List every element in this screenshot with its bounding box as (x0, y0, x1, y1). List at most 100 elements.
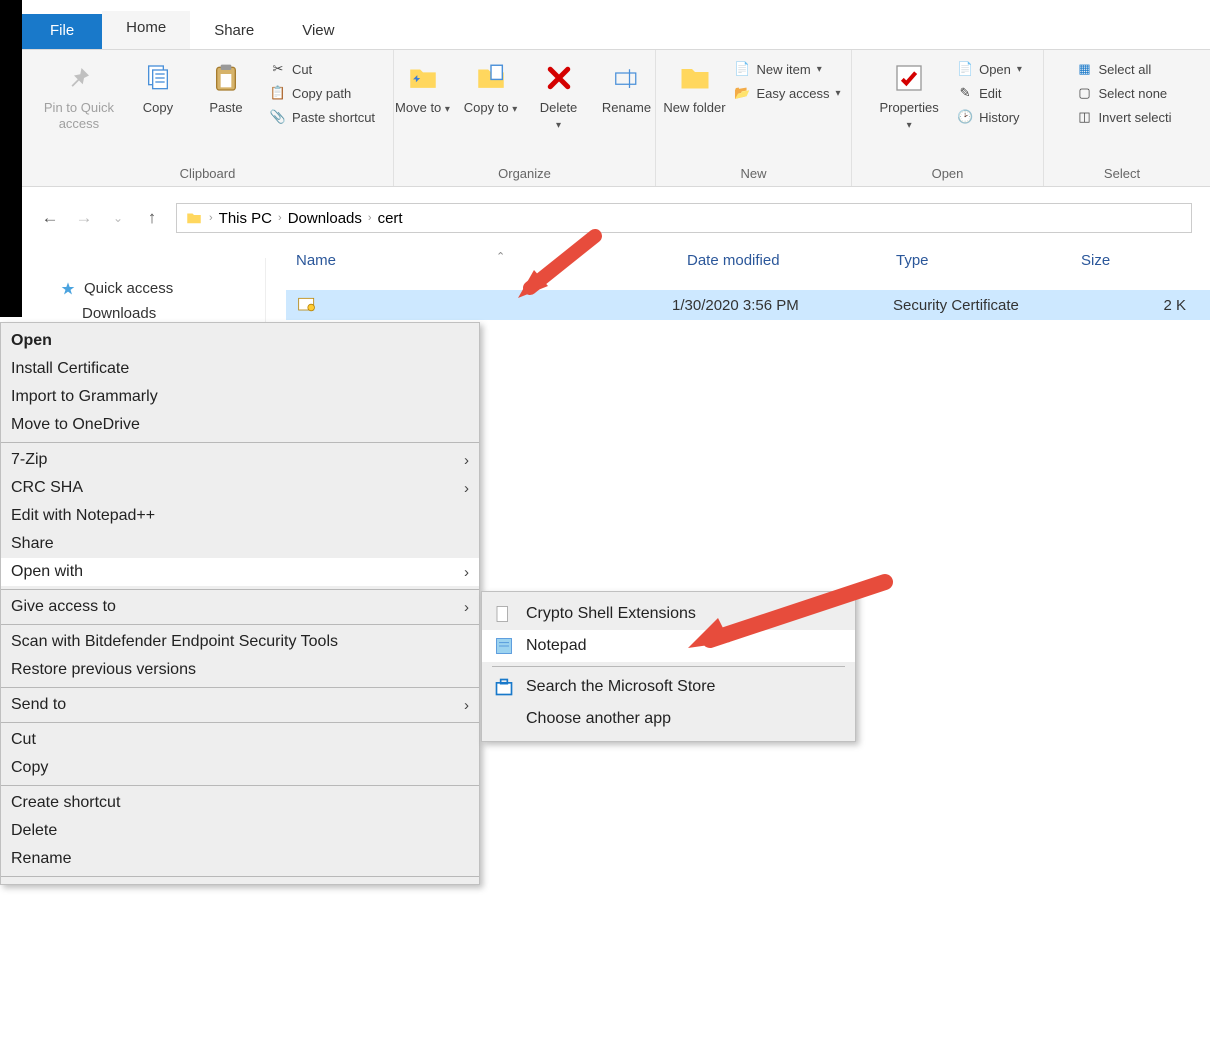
easy-access-button[interactable]: 📂Easy access ▾ (731, 84, 845, 102)
file-row-selected[interactable]: 1/30/2020 3:56 PM Security Certificate 2… (286, 290, 1210, 320)
open-group-label: Open (932, 166, 964, 184)
ctx-open[interactable]: Open (1, 327, 479, 355)
sub-separator (492, 666, 845, 667)
ctx-rename[interactable]: Rename (1, 845, 479, 873)
forward-button[interactable]: → (74, 208, 94, 228)
properties-icon (891, 60, 927, 96)
pin-label: Pin to Quick access (36, 100, 122, 131)
history-icon: 🕑 (957, 109, 973, 125)
nav-sidebar: Quick access Downloads (22, 258, 266, 326)
new-folder-button[interactable]: New folder (663, 54, 727, 116)
col-size[interactable]: Size (1071, 252, 1191, 269)
ribbon: Pin to Quick access Copy Paste ✂Cut 📋Cop… (22, 50, 1210, 187)
invert-icon: ◫ (1077, 109, 1093, 125)
copy-to-button[interactable]: Copy to ▾ (459, 54, 523, 116)
ctx-copy[interactable]: Copy (1, 754, 479, 782)
folder-icon (185, 209, 203, 227)
ctx-give-access[interactable]: Give access to› (1, 593, 479, 621)
new-group-label: New (740, 166, 766, 184)
sort-caret-up-icon: ⌃ (496, 250, 505, 263)
ctx-restore-versions[interactable]: Restore previous versions (1, 656, 479, 684)
ctx-delete[interactable]: Delete (1, 817, 479, 845)
copy-label: Copy (143, 100, 173, 116)
annotation-arrow-icon (670, 570, 900, 660)
ctx-move-onedrive[interactable]: Move to OneDrive (1, 411, 479, 439)
breadcrumb-cert[interactable]: cert (378, 210, 403, 227)
history-button[interactable]: 🕑 History (953, 108, 1023, 126)
address-bar-row: ← → ⌄ ↑ › This PC › Downloads › cert (22, 197, 1210, 239)
open-button[interactable]: 📄Open ▾ (953, 60, 1026, 78)
ctx-7zip[interactable]: 7-Zip› (1, 446, 479, 474)
notepad-icon (494, 636, 514, 656)
col-type[interactable]: Type (886, 252, 1071, 269)
file-size: 2 K (1072, 297, 1192, 314)
select-all-button[interactable]: ▦Select all (1073, 60, 1156, 78)
ctx-send-to[interactable]: Send to› (1, 691, 479, 719)
tab-view[interactable]: View (278, 14, 358, 49)
ribbon-tabs: File Home Share View (22, 12, 1210, 50)
left-black-strip (0, 0, 22, 317)
group-new: New folder 📄New item ▾ 📂Easy access ▾ Ne… (656, 50, 852, 186)
ctx-install-certificate[interactable]: Install Certificate (1, 355, 479, 383)
delete-icon (541, 60, 577, 96)
properties-button[interactable]: Properties▾ (869, 54, 949, 132)
ctx-separator (1, 876, 479, 877)
ctx-edit-notepadpp[interactable]: Edit with Notepad++ (1, 502, 479, 530)
new-item-button[interactable]: 📄New item ▾ (731, 60, 826, 78)
star-icon (60, 281, 76, 297)
tab-file[interactable]: File (22, 14, 102, 49)
quick-access-item[interactable]: Quick access (22, 276, 265, 301)
paste-shortcut-button[interactable]: 📎Paste shortcut (266, 108, 379, 126)
edit-button[interactable]: ✎Edit (953, 84, 1005, 102)
sub-choose-another[interactable]: Choose another app (482, 703, 855, 735)
move-to-button[interactable]: Move to ▾ (391, 54, 455, 116)
ctx-separator (1, 687, 479, 688)
pasteshortcut-label: Paste shortcut (292, 110, 375, 125)
open-label: Open (979, 62, 1011, 77)
up-button[interactable]: ↑ (142, 208, 162, 228)
delete-label: Delete▾ (540, 100, 578, 132)
col-date[interactable]: Date modified (671, 252, 886, 269)
rename-button[interactable]: Rename (595, 54, 659, 116)
ctx-bitdefender[interactable]: Scan with Bitdefender Endpoint Security … (1, 628, 479, 656)
ctx-share[interactable]: Share (1, 530, 479, 558)
delete-button[interactable]: Delete▾ (527, 54, 591, 132)
newfolder-label: New folder (663, 100, 725, 116)
annotation-arrow-icon (510, 226, 610, 306)
group-open: Properties▾ 📄Open ▾ ✎Edit 🕑 History Open (852, 50, 1044, 186)
downloads-label: Downloads (82, 305, 156, 322)
ctx-cut[interactable]: Cut (1, 726, 479, 754)
breadcrumb-downloads[interactable]: Downloads (288, 210, 362, 227)
address-bar[interactable]: › This PC › Downloads › cert (176, 203, 1192, 233)
chevron-right-icon: › (464, 564, 469, 581)
document-icon (494, 604, 514, 624)
ctx-import-grammarly[interactable]: Import to Grammarly (1, 383, 479, 411)
chevron-right-icon: › (278, 212, 282, 224)
copy-button[interactable]: Copy (126, 54, 190, 116)
paste-button[interactable]: Paste (194, 54, 258, 116)
sub-search-store[interactable]: Search the Microsoft Store (482, 671, 855, 703)
context-menu: Open Install Certificate Import to Gramm… (0, 322, 480, 885)
chevron-right-icon: › (464, 599, 469, 616)
tab-share[interactable]: Share (190, 14, 278, 49)
chevron-right-icon: › (464, 452, 469, 469)
ctx-create-shortcut[interactable]: Create shortcut (1, 789, 479, 817)
back-button[interactable]: ← (40, 208, 60, 228)
group-clipboard: Pin to Quick access Copy Paste ✂Cut 📋Cop… (22, 50, 394, 186)
col-name[interactable]: Name⌃ (286, 252, 671, 269)
pin-icon (61, 60, 97, 96)
ctx-crc-sha[interactable]: CRC SHA› (1, 474, 479, 502)
breadcrumb-this-pc[interactable]: This PC (219, 210, 272, 227)
invert-selection-button[interactable]: ◫Invert selecti (1073, 108, 1176, 126)
pin-to-quick-access[interactable]: Pin to Quick access (36, 54, 122, 131)
select-group-label: Select (1104, 166, 1140, 184)
ctx-separator (1, 785, 479, 786)
tab-home[interactable]: Home (102, 11, 190, 49)
select-none-button[interactable]: ▢Select none (1073, 84, 1172, 102)
history-label: History (979, 110, 1019, 125)
ctx-open-with[interactable]: Open with› (1, 558, 479, 586)
recent-locations[interactable]: ⌄ (108, 208, 128, 228)
easyaccess-icon: 📂 (735, 85, 751, 101)
cut-button[interactable]: ✂Cut (266, 60, 316, 78)
copy-path-button[interactable]: 📋Copy path (266, 84, 355, 102)
